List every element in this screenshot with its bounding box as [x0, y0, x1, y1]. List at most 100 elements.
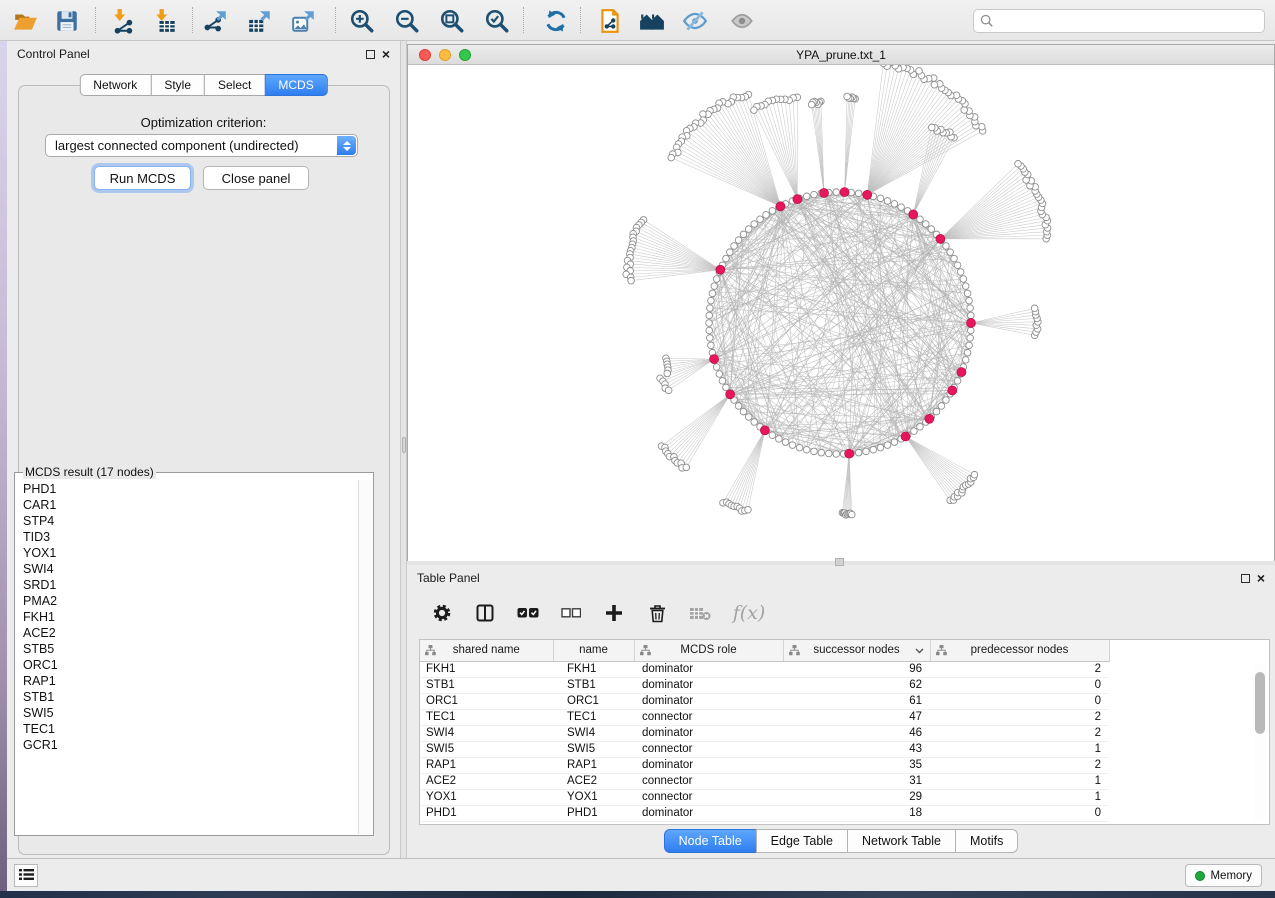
add-column-icon[interactable]: [603, 602, 625, 624]
table-cell[interactable]: connector: [634, 741, 783, 757]
close-panel-icon[interactable]: ×: [382, 50, 390, 59]
function-builder-icon[interactable]: f(x): [732, 602, 766, 624]
graph-node-mcds[interactable]: [967, 319, 976, 328]
graph-node[interactable]: [848, 511, 855, 518]
table-cell[interactable]: 18: [783, 805, 930, 821]
column-header-successor-nodes[interactable]: successor nodes: [783, 640, 930, 661]
table-cell[interactable]: connector: [634, 773, 783, 789]
graph-node[interactable]: [833, 189, 840, 196]
apply-layout-refresh-icon[interactable]: [542, 7, 570, 35]
graph-node[interactable]: [833, 451, 840, 458]
graph-node[interactable]: [917, 423, 924, 430]
graph-node-mcds[interactable]: [840, 188, 849, 197]
zoom-fit-icon[interactable]: [438, 7, 466, 35]
open-folder-icon[interactable]: [12, 7, 40, 35]
graph-node[interactable]: [628, 277, 635, 284]
table-cell[interactable]: dominator: [634, 805, 783, 821]
table-cell[interactable]: 31: [783, 773, 930, 789]
graph-node-mcds[interactable]: [863, 190, 872, 199]
graph-node[interactable]: [911, 428, 918, 435]
graph-node[interactable]: [954, 262, 961, 269]
graph-node[interactable]: [726, 249, 733, 256]
table-cell[interactable]: 1: [930, 773, 1109, 789]
graph-node[interactable]: [811, 448, 818, 455]
mcds-result-item[interactable]: TID3: [16, 529, 358, 545]
mcds-result-item[interactable]: SRD1: [16, 577, 358, 593]
graph-node[interactable]: [938, 403, 945, 410]
show-eye-icon[interactable]: [728, 7, 756, 35]
graph-node[interactable]: [971, 471, 978, 478]
table-cell[interactable]: YOX1: [553, 789, 634, 805]
table-cell[interactable]: 0: [930, 805, 1109, 821]
split-view-icon[interactable]: [474, 602, 496, 624]
graph-node-mcds[interactable]: [925, 414, 934, 423]
save-icon[interactable]: [53, 7, 81, 35]
export-network-icon[interactable]: [202, 7, 230, 35]
graph-node[interactable]: [877, 195, 884, 202]
mcds-result-item[interactable]: PHD1: [16, 481, 358, 497]
table-cell[interactable]: 2: [930, 725, 1109, 741]
criterion-dropdown[interactable]: largest connected component (undirected): [45, 134, 358, 157]
zoom-in-icon[interactable]: [348, 7, 376, 35]
table-cell[interactable]: 62: [783, 677, 930, 693]
vertical-splitter[interactable]: [400, 41, 407, 858]
table-cell[interactable]: YOX1: [420, 789, 553, 805]
graph-node-mcds[interactable]: [957, 368, 966, 377]
graph-node[interactable]: [700, 111, 707, 118]
graph-node[interactable]: [943, 397, 950, 404]
graph-node-mcds[interactable]: [710, 355, 719, 364]
table-cell[interactable]: 61: [783, 693, 930, 709]
graph-node[interactable]: [751, 107, 758, 114]
graph-node-mcds[interactable]: [901, 432, 910, 441]
table-cell[interactable]: SWI5: [553, 741, 634, 757]
graph-node[interactable]: [706, 327, 713, 334]
graph-node[interactable]: [964, 349, 971, 356]
graph-node-mcds[interactable]: [845, 449, 854, 458]
graph-node[interactable]: [863, 448, 870, 455]
delete-table-icon[interactable]: [689, 602, 711, 624]
table-cell[interactable]: dominator: [634, 757, 783, 773]
graph-node[interactable]: [769, 432, 776, 439]
table-cell[interactable]: 2: [930, 757, 1109, 773]
table-options-gear-icon[interactable]: [431, 602, 453, 624]
table-cell[interactable]: 29: [783, 789, 930, 805]
graph-node[interactable]: [844, 93, 851, 100]
table-cell[interactable]: 47: [783, 709, 930, 725]
table-scrollbar[interactable]: [1254, 664, 1266, 820]
table-cell[interactable]: 0: [930, 693, 1109, 709]
search-field[interactable]: [973, 9, 1265, 33]
graph-node[interactable]: [731, 243, 738, 250]
table-cell[interactable]: RAP1: [420, 757, 553, 773]
file-network-icon[interactable]: [596, 7, 624, 35]
graph-node-mcds[interactable]: [760, 426, 769, 435]
table-cell[interactable]: SWI4: [553, 725, 634, 741]
mcds-result-item[interactable]: RAP1: [16, 673, 358, 689]
graph-node[interactable]: [961, 107, 968, 114]
zoom-selected-icon[interactable]: [483, 7, 511, 35]
graph-node[interactable]: [943, 243, 950, 250]
table-cell[interactable]: dominator: [634, 693, 783, 709]
graph-node[interactable]: [796, 444, 803, 451]
tab-edge-table[interactable]: Edge Table: [756, 829, 848, 853]
table-cell[interactable]: 35: [783, 757, 930, 773]
table-cell[interactable]: 46: [783, 725, 930, 741]
graph-node-mcds[interactable]: [909, 210, 918, 219]
export-table-icon[interactable]: [246, 7, 274, 35]
table-cell[interactable]: PHD1: [553, 805, 634, 821]
mcds-result-item[interactable]: SWI4: [16, 561, 358, 577]
table-cell[interactable]: 1: [930, 789, 1109, 805]
graph-node[interactable]: [954, 377, 961, 384]
mcds-result-scrollbar[interactable]: [358, 480, 372, 834]
graph-node-mcds[interactable]: [948, 386, 957, 395]
import-table-icon[interactable]: [152, 7, 180, 35]
graph-node[interactable]: [740, 231, 747, 238]
table-cell[interactable]: ORC1: [553, 693, 634, 709]
graph-node[interactable]: [735, 403, 742, 410]
graph-node[interactable]: [811, 191, 818, 198]
graph-node[interactable]: [745, 506, 752, 513]
graph-node[interactable]: [855, 449, 862, 456]
mcds-result-item[interactable]: STP4: [16, 513, 358, 529]
graph-node[interactable]: [740, 408, 747, 415]
graph-node[interactable]: [803, 446, 810, 453]
home-pair-icon[interactable]: [638, 7, 666, 35]
